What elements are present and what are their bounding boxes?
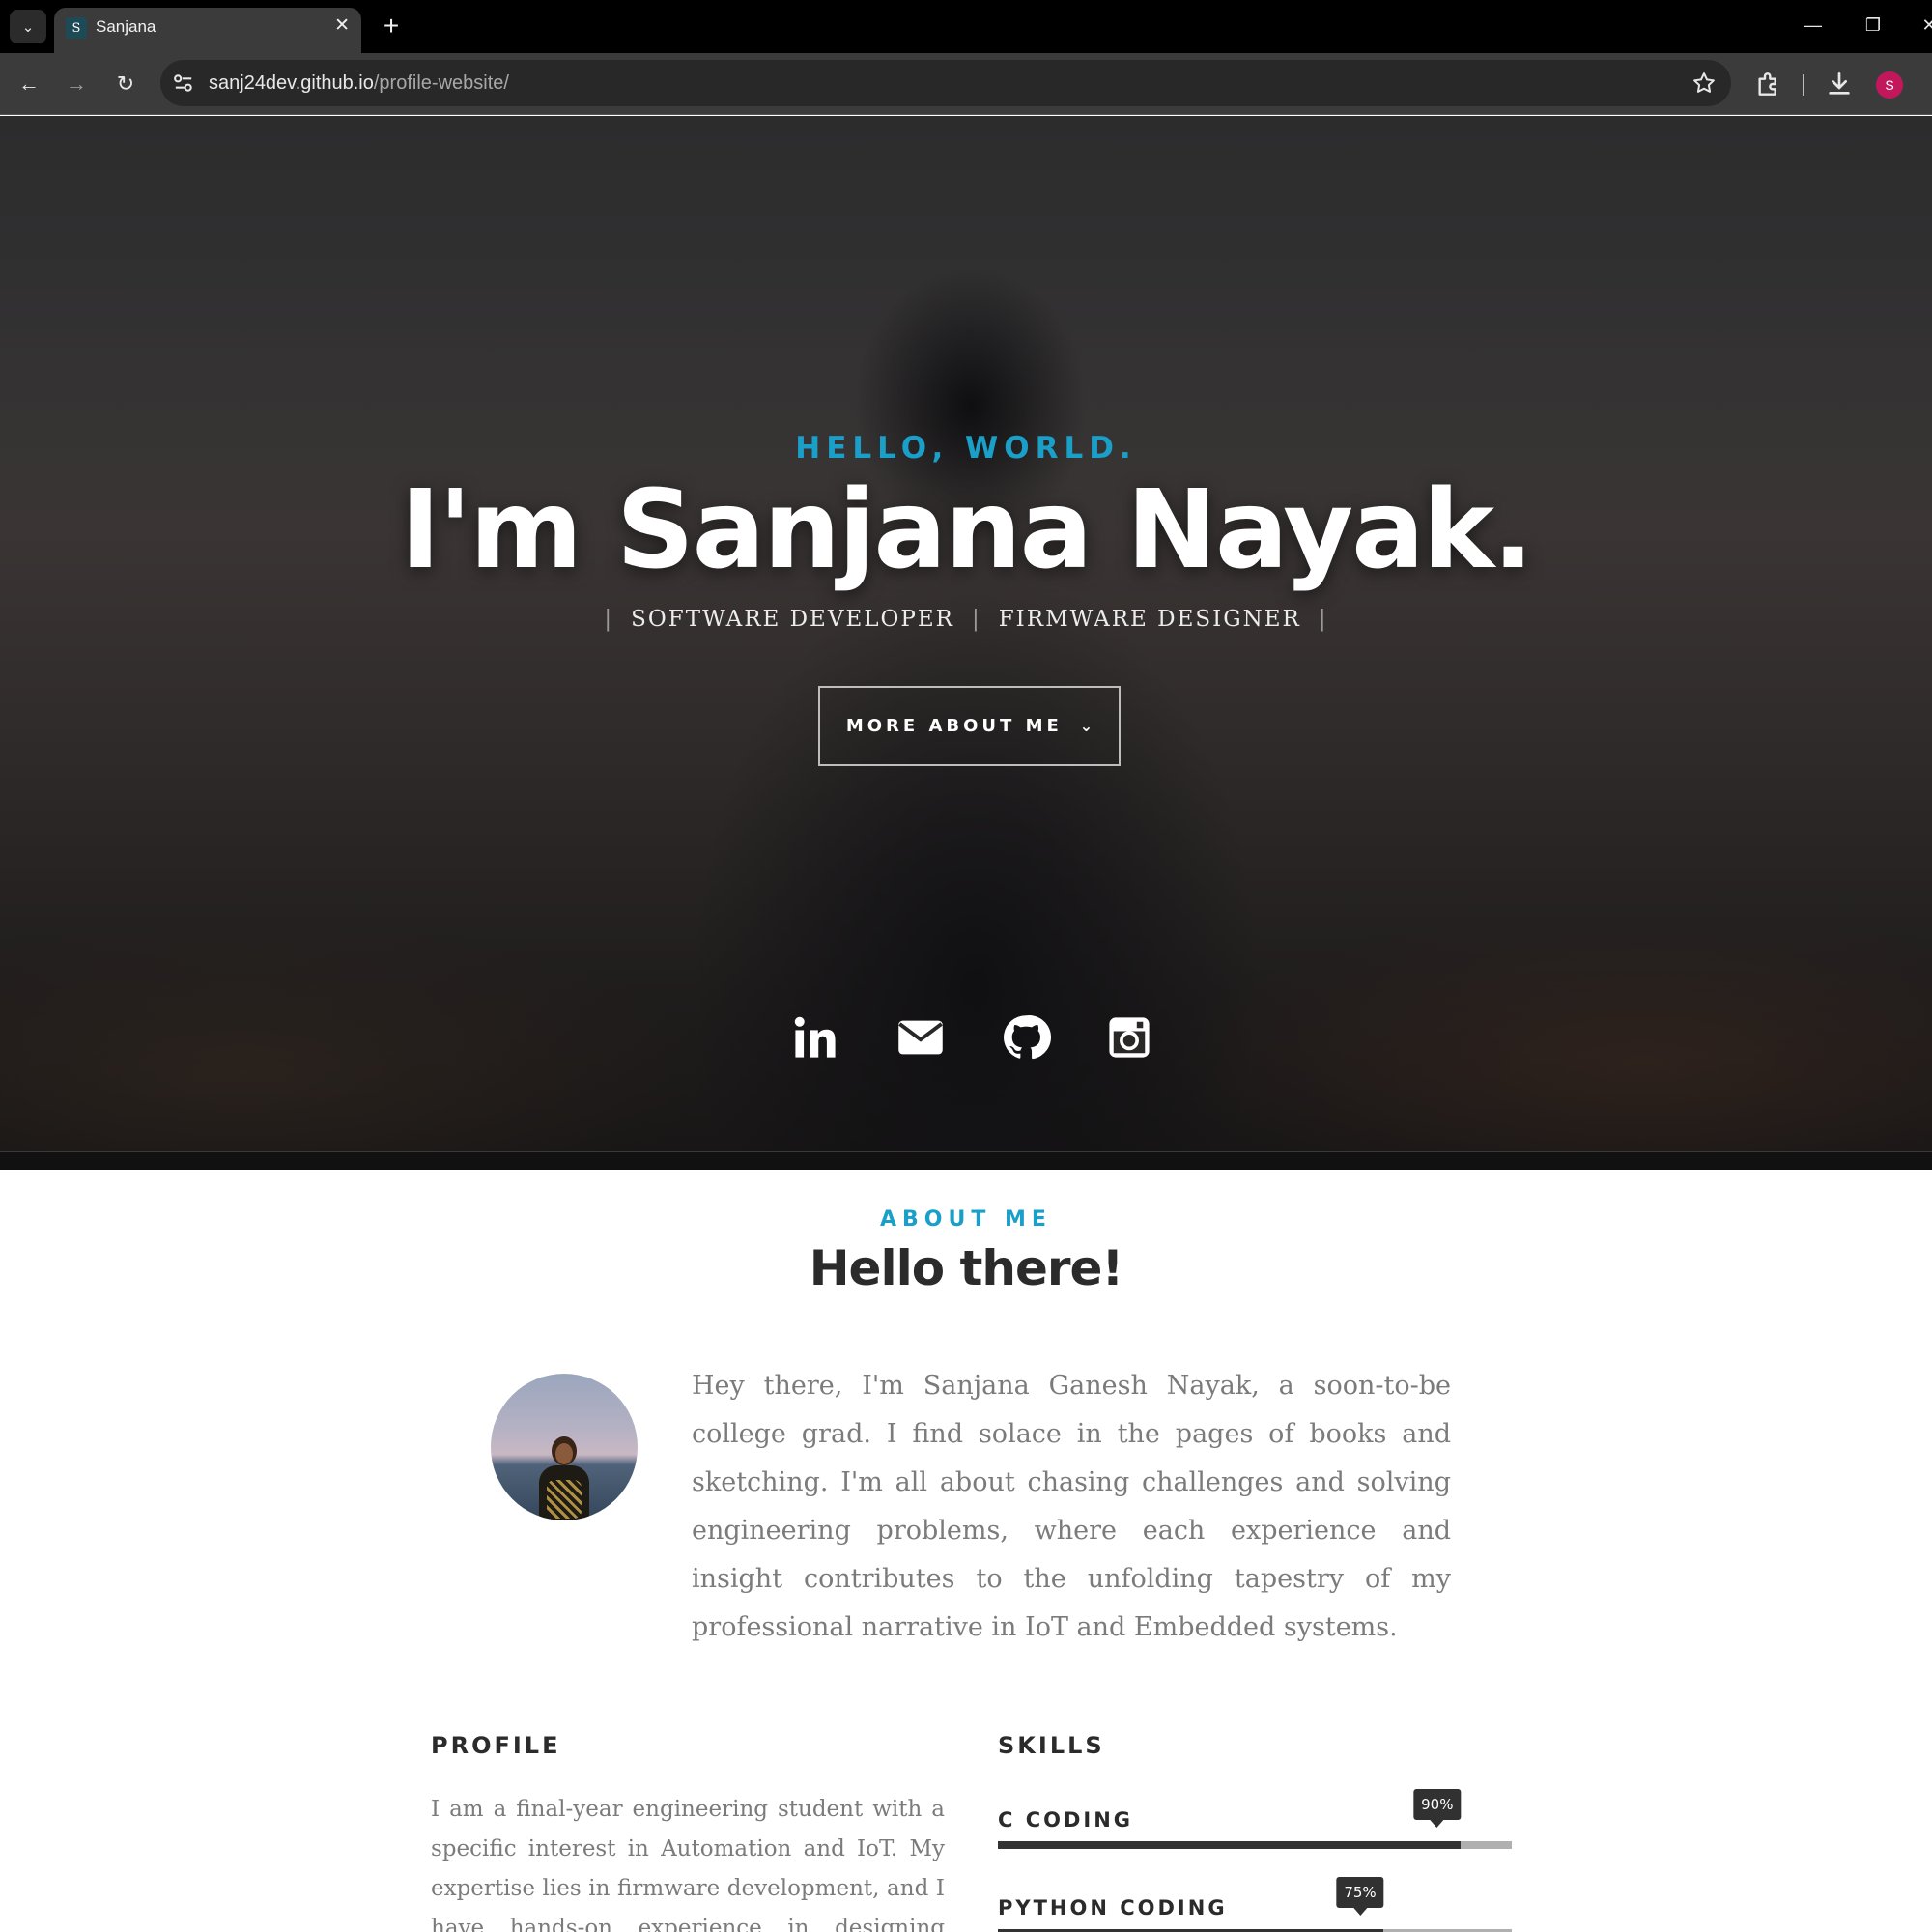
minimize-window-icon[interactable]: — [1799, 12, 1828, 39]
role-software-developer: SOFTWARE DEVELOPER [631, 607, 954, 632]
hero-section: HELLO, WORLD. I'm Sanjana Nayak. | SOFTWA… [0, 116, 1932, 1151]
profile-heading: PROFILE [431, 1732, 561, 1759]
photo-face [555, 1443, 573, 1464]
tab-search-button[interactable]: ⌄ [10, 10, 46, 43]
role-separator: | [604, 607, 614, 632]
bookmark-star-icon[interactable] [1690, 70, 1718, 97]
about-intro-text: Hey there, I'm Sanjana Ganesh Nayak, a s… [692, 1371, 1451, 1642]
github-icon[interactable] [1001, 1012, 1051, 1063]
site-info-icon[interactable] [170, 70, 197, 97]
linkedin-icon[interactable] [790, 1012, 840, 1063]
browser-tab[interactable]: S Sanjana ✕ [54, 8, 361, 53]
new-tab-plus-icon[interactable]: + [377, 9, 406, 43]
more-about-me-button[interactable]: MORE ABOUT ME ⌄ [818, 686, 1121, 766]
back-arrow-icon[interactable]: ← [12, 67, 46, 101]
extensions-puzzle-icon[interactable] [1753, 69, 1784, 99]
tab-title: Sanjana [96, 17, 156, 36]
skill-name: C CODING [998, 1808, 1134, 1832]
browser-tab-bar: ⌄ S Sanjana ✕ + — ❐ ✕ [0, 0, 1932, 53]
more-about-me-label: MORE ABOUT ME [845, 716, 1063, 736]
skill-bar-fill [998, 1841, 1461, 1849]
chevron-down-icon: ⌄ [21, 18, 35, 36]
forward-arrow-icon[interactable]: → [59, 67, 94, 101]
tab-favicon: S [66, 17, 87, 39]
profile-text: I am a final-year engineering student wi… [431, 1797, 945, 1932]
role-separator: | [1318, 607, 1328, 632]
skill-percent-tooltip: 90% [1413, 1789, 1462, 1828]
download-icon[interactable] [1824, 69, 1855, 99]
tab-close-icon[interactable]: ✕ [334, 15, 350, 37]
url-text[interactable]: sanj24dev.github.io/profile-website/ [209, 71, 509, 95]
close-window-icon[interactable]: ✕ [1915, 12, 1932, 39]
toolbar-divider [1803, 74, 1804, 96]
skill-name: PYTHON CODING [998, 1896, 1228, 1919]
skill-bar-track [998, 1841, 1512, 1849]
hero-bottom-border [0, 1151, 1932, 1170]
skill-percent-tooltip: 75% [1336, 1877, 1384, 1916]
skills-heading: SKILLS [998, 1732, 1105, 1759]
hero-name-heading: I'm Sanjana Nayak. [400, 468, 1533, 593]
hero-kicker: HELLO, WORLD. [795, 431, 1137, 466]
about-title: Hello there! [809, 1240, 1124, 1296]
url-path: /profile-website/ [373, 72, 509, 94]
url-host: sanj24dev.github.io [209, 72, 374, 94]
address-bar[interactable]: sanj24dev.github.io/profile-website/ [160, 60, 1731, 106]
role-firmware-designer: FIRMWARE DESIGNER [998, 607, 1301, 632]
hero-roles: | SOFTWARE DEVELOPER | FIRMWARE DESIGNER | [0, 607, 1932, 632]
about-kicker: ABOUT ME [880, 1208, 1052, 1232]
chevron-down-icon: ⌄ [1079, 717, 1094, 735]
restore-window-icon[interactable]: ❐ [1859, 12, 1888, 39]
profile-photo [491, 1374, 638, 1520]
reload-icon[interactable]: ↻ [108, 67, 143, 101]
browser-toolbar: ← → ↻ sanj24dev.github.io/profile-websit… [0, 53, 1932, 115]
instagram-icon[interactable] [1104, 1012, 1154, 1063]
profile-avatar[interactable]: S [1876, 71, 1903, 99]
photo-dress-pattern [547, 1480, 582, 1519]
email-icon[interactable] [895, 1012, 946, 1063]
role-separator: | [971, 607, 981, 632]
